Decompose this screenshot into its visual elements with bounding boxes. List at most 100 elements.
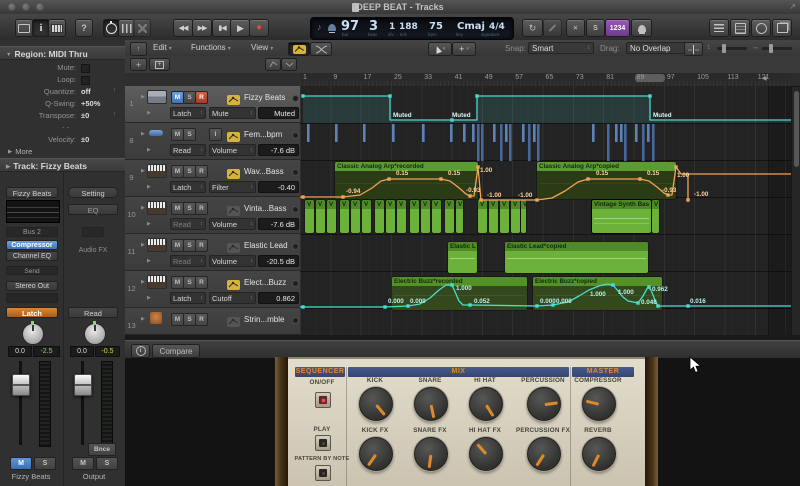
midi-region[interactable]: Elastic Lead*copied (505, 242, 648, 273)
disclosure-right-icon[interactable]: ▶ (141, 316, 145, 322)
automation-mode-dropdown[interactable]: Read ↕ (170, 255, 206, 267)
track-header-row[interactable]: 11 ▶ M S R Elastic Lead ▶ Read ↕ Volume ↕ -20.5 dB (125, 234, 300, 271)
replace-button[interactable]: ✕ (566, 19, 585, 37)
selected-midi-region[interactable]: Vintage Synth Bas (592, 200, 651, 233)
track-header-row[interactable]: 9 ▶ M S R Wav...Bass ▶ Latch ↕ Filter ↕ -0.40 (125, 160, 300, 197)
track-name[interactable]: Elastic Lead (244, 241, 291, 250)
midi-region-cell[interactable]: V (500, 200, 509, 233)
midi-region-cell[interactable]: V (316, 200, 325, 233)
track-zoom-view-button[interactable] (281, 58, 297, 71)
solo-button[interactable]: S (96, 457, 118, 470)
view-menu[interactable]: View ▾ (251, 43, 273, 52)
forward-button[interactable]: ▶▶ (192, 19, 212, 37)
midi-region[interactable]: Classic Analog Arp*recorded (335, 162, 478, 199)
compressor-knob[interactable] (582, 387, 616, 421)
midi-region-cell[interactable]: V (511, 200, 520, 233)
play-button[interactable]: ▶ (230, 19, 250, 37)
kick-fx-knob[interactable] (359, 437, 393, 471)
pan-knob[interactable] (84, 321, 106, 345)
midi-region-cell[interactable]: V (445, 200, 454, 233)
insert-compressor-slot[interactable]: Compressor (6, 240, 58, 250)
note-pads-button[interactable] (730, 19, 750, 37)
library-toggle-button[interactable] (15, 19, 33, 37)
midi-region-cell[interactable]: V (362, 200, 371, 233)
fullscreen-icon[interactable]: ↗ (789, 2, 796, 11)
midi-region-cell[interactable]: V (340, 200, 349, 233)
midi-region-cell[interactable]: V (652, 200, 659, 233)
disclosure-right-icon[interactable]: ▶ (141, 94, 145, 100)
record-enable-button[interactable]: R (195, 91, 208, 104)
eq-slot[interactable]: EQ (68, 204, 118, 215)
percussion-fx-knob[interactable] (527, 437, 561, 471)
midi-region[interactable]: Electric Buzz*recorded (392, 277, 527, 310)
snap-dropdown[interactable]: Smart ↕ (528, 42, 594, 54)
output-slot[interactable]: Stereo Out (6, 281, 58, 291)
strip-name-box[interactable]: Fizzy Beats (6, 187, 58, 198)
hide-tracks-button[interactable]: ↑ (130, 42, 147, 56)
automation-param-dropdown[interactable]: Mute ↕ (209, 107, 256, 119)
insert-channel-eq-slot[interactable]: Channel EQ (6, 251, 58, 261)
stepper-icon[interactable]: ↕ (113, 111, 116, 117)
flex-button[interactable] (310, 42, 332, 56)
bounce-button[interactable]: Bnce (88, 443, 116, 456)
kick-knob[interactable] (359, 387, 393, 421)
command-tool-button[interactable]: + ▾ (452, 42, 476, 56)
pan-knob[interactable] (22, 321, 44, 345)
solo-button[interactable]: S (183, 128, 196, 141)
record-enable-button[interactable]: R (195, 202, 208, 215)
midi-region[interactable]: Classic Analog Arp*copied (537, 162, 676, 199)
midi-region-cell[interactable]: V (432, 200, 441, 233)
track-name[interactable]: Strin...mble (244, 315, 291, 324)
volume-fader[interactable] (74, 374, 92, 396)
record-enable-button[interactable]: R (195, 239, 208, 252)
pattern-by-note-button[interactable] (315, 465, 331, 481)
scrollbar-thumb[interactable] (793, 91, 799, 167)
solo-button[interactable]: S (34, 457, 56, 470)
automation-mode-dropdown[interactable]: Latch ↕ (170, 292, 206, 304)
midi-region-cell[interactable]: V (351, 200, 360, 233)
list-editors-button[interactable] (709, 19, 729, 37)
setting-button[interactable]: Setting (68, 187, 118, 198)
percussion-knob[interactable] (527, 387, 561, 421)
editors-button[interactable] (133, 19, 151, 37)
solo-mode-button[interactable]: S (586, 19, 605, 37)
track-name[interactable]: Wav...Bass (244, 167, 291, 176)
hi-hat-knob[interactable] (469, 387, 503, 421)
disclosure-right-icon[interactable]: ▶ (147, 295, 151, 301)
automation-mode-dropdown[interactable]: Latch ↕ (170, 181, 206, 193)
automation-param-dropdown[interactable]: Volume ↕ (209, 218, 256, 230)
metronome-button[interactable] (631, 19, 652, 37)
midi-region-cell[interactable]: V (305, 200, 314, 233)
disclosure-right-icon[interactable]: ▶ (141, 242, 145, 248)
automation-value-box[interactable]: -0.40 (258, 181, 299, 193)
vertical-zoom-thumb[interactable] (722, 44, 726, 53)
midi-region[interactable]: Elastic L (448, 242, 477, 273)
automation-param-dropdown[interactable]: Volume ↕ (209, 255, 256, 267)
vertical-scrollbar[interactable] (791, 87, 800, 335)
automation-mode-dropdown[interactable]: Latch ↕ (170, 107, 206, 119)
hi-hat-fx-knob[interactable] (469, 437, 503, 471)
automation-value-box[interactable]: -7.6 dB (258, 218, 299, 230)
catch-playhead-button[interactable] (684, 42, 703, 56)
record-enable-button[interactable]: R (195, 165, 208, 178)
disclosure-right-icon[interactable]: ▶ (141, 279, 145, 285)
volume-readout[interactable]: 0.0 (70, 346, 94, 357)
media-browser-button[interactable] (772, 19, 792, 37)
autopunch-button[interactable] (543, 19, 562, 37)
lcd-display[interactable]: ♪ 97 3 1 188 75 Cmaj 4/4 bar beat div ti… (310, 17, 514, 40)
midi-region-cell[interactable]: V (327, 200, 336, 233)
volume-fader[interactable] (12, 374, 30, 396)
track-name[interactable]: Elect...Buzz (244, 278, 291, 287)
midi-region-cell[interactable]: V (421, 200, 430, 233)
duplicate-track-button[interactable]: + (149, 58, 170, 71)
automation-value-box[interactable]: 0.862 (258, 292, 299, 304)
horizontal-zoom-slider[interactable] (762, 47, 792, 50)
mute-button[interactable]: M (72, 457, 94, 470)
region-more-toggle[interactable]: ▶ More (8, 147, 32, 156)
region-param-value[interactable]: +50% (81, 99, 100, 108)
automation-param-dropdown[interactable]: Cutoff ↕ (209, 292, 256, 304)
midi-region-cell[interactable]: V (397, 200, 406, 233)
empty-insert-slot[interactable] (6, 293, 58, 303)
disclosure-right-icon[interactable]: ▶ (147, 221, 151, 227)
automation-value-box[interactable]: -7.6 dB (258, 144, 299, 156)
